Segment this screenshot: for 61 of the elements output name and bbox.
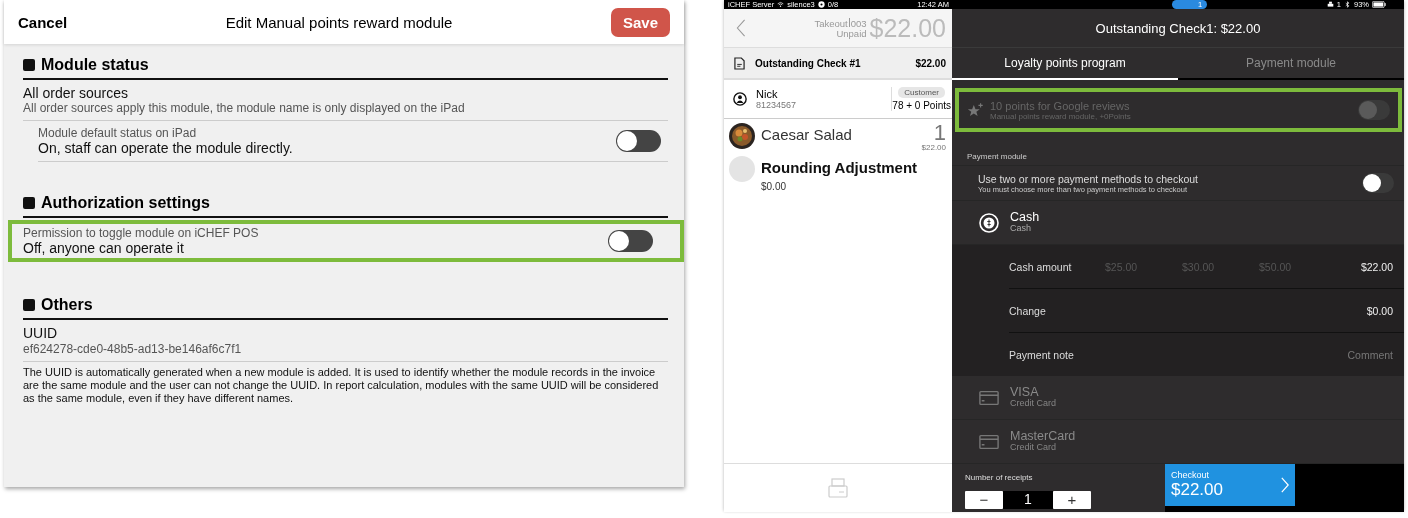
row-title: All order sources [23, 85, 130, 101]
row-title: UUID [23, 325, 59, 341]
receipt-count: 1 [1003, 491, 1053, 509]
split-title: Use two or more payment methods to checkout [978, 172, 1200, 185]
check-title: Outstanding Check1: $22.00 [952, 9, 1404, 48]
section-title: Module status [41, 56, 149, 74]
uuid-description: The UUID is automatically generated when a new module is added. It is used to identify whether the module records in the invoice are the same module and the user can not change the UUID. In report calculation, modules with the same UUID will be considered as the same module, even if they have different names. [23, 366, 660, 405]
field-label: Payment note [1009, 348, 1075, 361]
item-placeholder-icon [729, 156, 755, 182]
section-title: Others [41, 296, 93, 314]
save-button[interactable]: Save [610, 7, 670, 37]
wifi-icon [777, 1, 785, 8]
increment-button[interactable]: + [1053, 491, 1091, 509]
setting-value: Off, anyone can operate it [23, 240, 185, 256]
payment-status: Unpaid [836, 28, 867, 39]
document-icon [734, 56, 745, 70]
customer-name: Nick [756, 88, 779, 100]
toggle-switch[interactable] [1362, 173, 1394, 193]
toggle-switch[interactable] [616, 130, 661, 152]
item-name: Rounding Adjustment [761, 159, 919, 176]
field-label: Change [1009, 304, 1047, 317]
section-bullet-icon [23, 197, 35, 209]
decrement-button[interactable]: − [965, 491, 1003, 509]
battery-icon [1372, 1, 1386, 8]
item-name: Caesar Salad [761, 126, 853, 143]
cash-amount: $22.00 [1360, 260, 1393, 273]
toggle-switch[interactable] [608, 230, 653, 252]
field-label: Cash amount [1009, 260, 1073, 273]
star-plus-icon [967, 102, 984, 118]
order-total: $22.00 [869, 13, 946, 43]
setting-value: On, staff can operate the module directly. [38, 140, 294, 156]
item-quantity: 1 [933, 123, 946, 143]
uuid-value: ef624278-cde0-48b5-ad13-be146af6c7f1 [23, 342, 668, 362]
user-icon [733, 92, 747, 106]
bluetooth-icon [1344, 1, 1351, 8]
coin-icon [979, 212, 999, 233]
page-title: Edit Manual points reward module [224, 13, 454, 31]
section-bullet-icon [23, 299, 35, 311]
order-type: Takeout 003 [814, 17, 867, 29]
change-amount: $0.00 [1366, 304, 1393, 317]
chevron-icon [1281, 476, 1289, 494]
customer-badge: Customer [898, 87, 945, 98]
checkout-button[interactable]: Checkout $22.00 [1165, 464, 1295, 506]
receipts-label: Number of receipts [965, 473, 1033, 482]
section-title: Authorization settings [41, 194, 210, 212]
tab[interactable]: Loyalty points program [952, 48, 1178, 80]
setting-label: Permission to toggle module on iCHEF POS [23, 226, 260, 240]
item-price: $22.00 [921, 143, 946, 152]
customer-phone: 81234567 [756, 100, 798, 110]
payment-note-field[interactable]: Comment [1293, 348, 1393, 361]
printer-icon [1326, 1, 1334, 8]
item-price: $0.00 [761, 181, 788, 192]
tab[interactable]: Payment module [1178, 48, 1404, 80]
section-bullet-icon [23, 59, 35, 71]
check-amount: $22.00 [915, 57, 946, 69]
setting-label: Module default status on iPad [38, 126, 198, 140]
check-name: Outstanding Check #1 [755, 57, 862, 69]
cancel-button[interactable]: Cancel [18, 13, 68, 31]
section-label: Payment module [952, 132, 1404, 166]
row-description: All order sources apply this module, the module name is only displayed on the iPad [23, 101, 466, 115]
points-balance: 78 + 0 Points [892, 100, 951, 111]
